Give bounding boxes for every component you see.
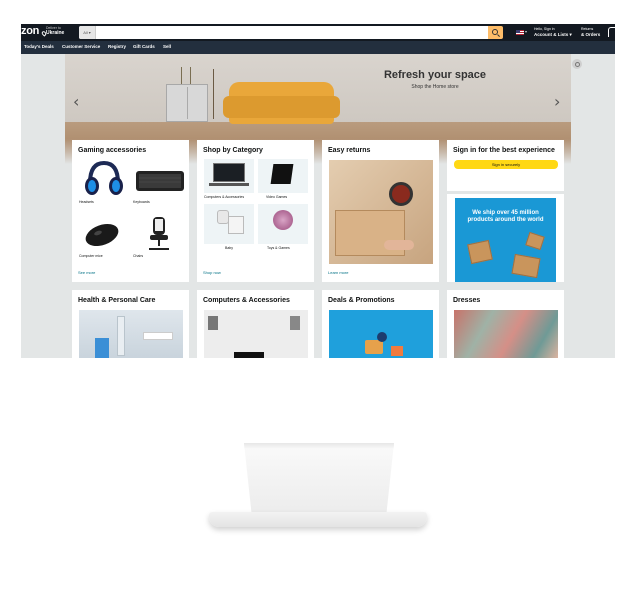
deliver-location: Ukraine (46, 29, 65, 36)
box-image (511, 253, 541, 279)
subnav-item-registry[interactable]: Registry (108, 44, 126, 49)
card-title: Dresses (453, 297, 481, 304)
card-shop-by-category: Shop by Category Computers & Accessories… (197, 140, 314, 282)
card-title: Deals & Promotions (328, 297, 395, 304)
console-image[interactable] (258, 159, 308, 193)
zoom-icon[interactable] (572, 59, 582, 69)
chair-image[interactable] (144, 216, 174, 252)
monitor-stand-neck (244, 443, 394, 513)
deliver-to[interactable]: Deliver to Ukraine (46, 26, 64, 35)
search-category-select[interactable]: All ▾ (79, 26, 96, 39)
sub-nav: Today's Deals Customer Service Registry … (21, 41, 615, 54)
shop-now-link[interactable]: Shop now (203, 270, 221, 275)
search-icon (492, 29, 498, 35)
card-title: Shop by Category (203, 147, 263, 154)
hero-subtitle: Shop the Home store (411, 84, 459, 90)
sofa-image (223, 82, 340, 124)
card-title: Computers & Accessories (203, 297, 290, 304)
health-products-image[interactable] (79, 310, 183, 358)
subnav-item-gift-cards[interactable]: Gift Cards (133, 44, 155, 49)
baby-monitor-image[interactable] (204, 204, 254, 244)
packing-box-image[interactable] (329, 160, 433, 264)
returns-orders[interactable]: Returns & Orders (581, 27, 600, 37)
card-deals-promotions: Deals & Promotions (322, 290, 439, 358)
box-image (467, 239, 493, 265)
cabinet-image (166, 84, 208, 122)
monitor-stand-base (209, 512, 427, 527)
plant-image (181, 67, 191, 85)
search-input[interactable] (97, 26, 497, 39)
card-dresses: Dresses (447, 290, 564, 358)
cart-icon[interactable] (608, 27, 615, 37)
headset-image[interactable] (82, 159, 127, 199)
keyboard-image[interactable] (135, 168, 185, 193)
shipping-promo-banner[interactable]: We ship over 45 million products around … (455, 198, 556, 282)
card-title: Sign in for the best experience (453, 147, 555, 154)
card-health-personal-care: Health & Personal Care (72, 290, 189, 358)
card-title: Gaming accessories (78, 147, 147, 154)
mouse-image[interactable] (82, 220, 122, 250)
orders-label: & Orders (581, 32, 601, 37)
lamp-image (213, 69, 214, 119)
cell-label-baby[interactable]: Baby (225, 246, 233, 250)
monitor-screen: zon Deliver to Ukraine All ▾ ▾ Hello, Si… (21, 24, 615, 358)
search-bar: All ▾ (79, 26, 500, 39)
search-button[interactable] (488, 26, 503, 39)
card-easy-returns: Easy returns Learn more (322, 140, 439, 282)
language-dropdown-arrow[interactable]: ▾ (525, 29, 527, 34)
subnav-item-todays-deals[interactable]: Today's Deals (24, 44, 54, 49)
hero-title: Refresh your space (383, 69, 487, 81)
see-more-link[interactable]: See more (78, 270, 95, 275)
returns-label: Returns (581, 27, 594, 31)
subnav-item-sell[interactable]: Sell (163, 44, 171, 49)
account-greeting: Hello, Sign in (534, 27, 555, 31)
cell-label-computers-accessories[interactable]: Computers & Accessories (204, 195, 244, 199)
card-computers-accessories: Computers & Accessories (197, 290, 314, 358)
cell-label-toys-games[interactable]: Toys & Games (267, 246, 290, 250)
card-title: Easy returns (328, 147, 371, 154)
card-title: Health & Personal Care (78, 297, 156, 304)
subnav-item-customer-service[interactable]: Customer Service (62, 44, 100, 49)
cell-label-video-games[interactable]: Video Games (266, 195, 287, 199)
cell-label-computer-mice[interactable]: Computer mice (79, 254, 103, 258)
us-flag-icon[interactable] (516, 30, 524, 35)
promo-text: We ship over 45 million products around … (467, 210, 544, 223)
stage: zon Deliver to Ukraine All ▾ ▾ Hello, Si… (0, 0, 637, 595)
toy-image[interactable] (258, 204, 308, 244)
deals-image[interactable] (329, 310, 433, 358)
sign-in-button[interactable]: Sign in securely (454, 160, 558, 169)
cell-label-headsets[interactable]: Headsets (79, 200, 94, 204)
hero-next-button[interactable]: › (554, 92, 560, 111)
desk-setup-image[interactable] (204, 310, 308, 358)
account-menu[interactable]: Hello, Sign in Account & Lists ▾ (534, 27, 572, 37)
box-image (525, 231, 545, 251)
top-nav: zon Deliver to Ukraine All ▾ ▾ Hello, Si… (21, 24, 615, 41)
laptop-image[interactable] (204, 159, 254, 193)
cell-label-keyboards[interactable]: Keyboards (133, 200, 150, 204)
card-gaming-accessories: Gaming accessories Headsets Keyboards Co… (72, 140, 189, 282)
monitor-stand-shadow (244, 443, 394, 449)
hero-prev-button[interactable]: ‹ (73, 92, 79, 111)
learn-more-link[interactable]: Learn more (328, 270, 348, 275)
dresses-image[interactable] (454, 310, 558, 358)
card-sign-in: Sign in for the best experience Sign in … (447, 140, 564, 191)
logo[interactable]: zon (21, 25, 39, 37)
account-label: Account & Lists ▾ (534, 32, 572, 37)
cell-label-chairs[interactable]: Chairs (133, 254, 143, 258)
